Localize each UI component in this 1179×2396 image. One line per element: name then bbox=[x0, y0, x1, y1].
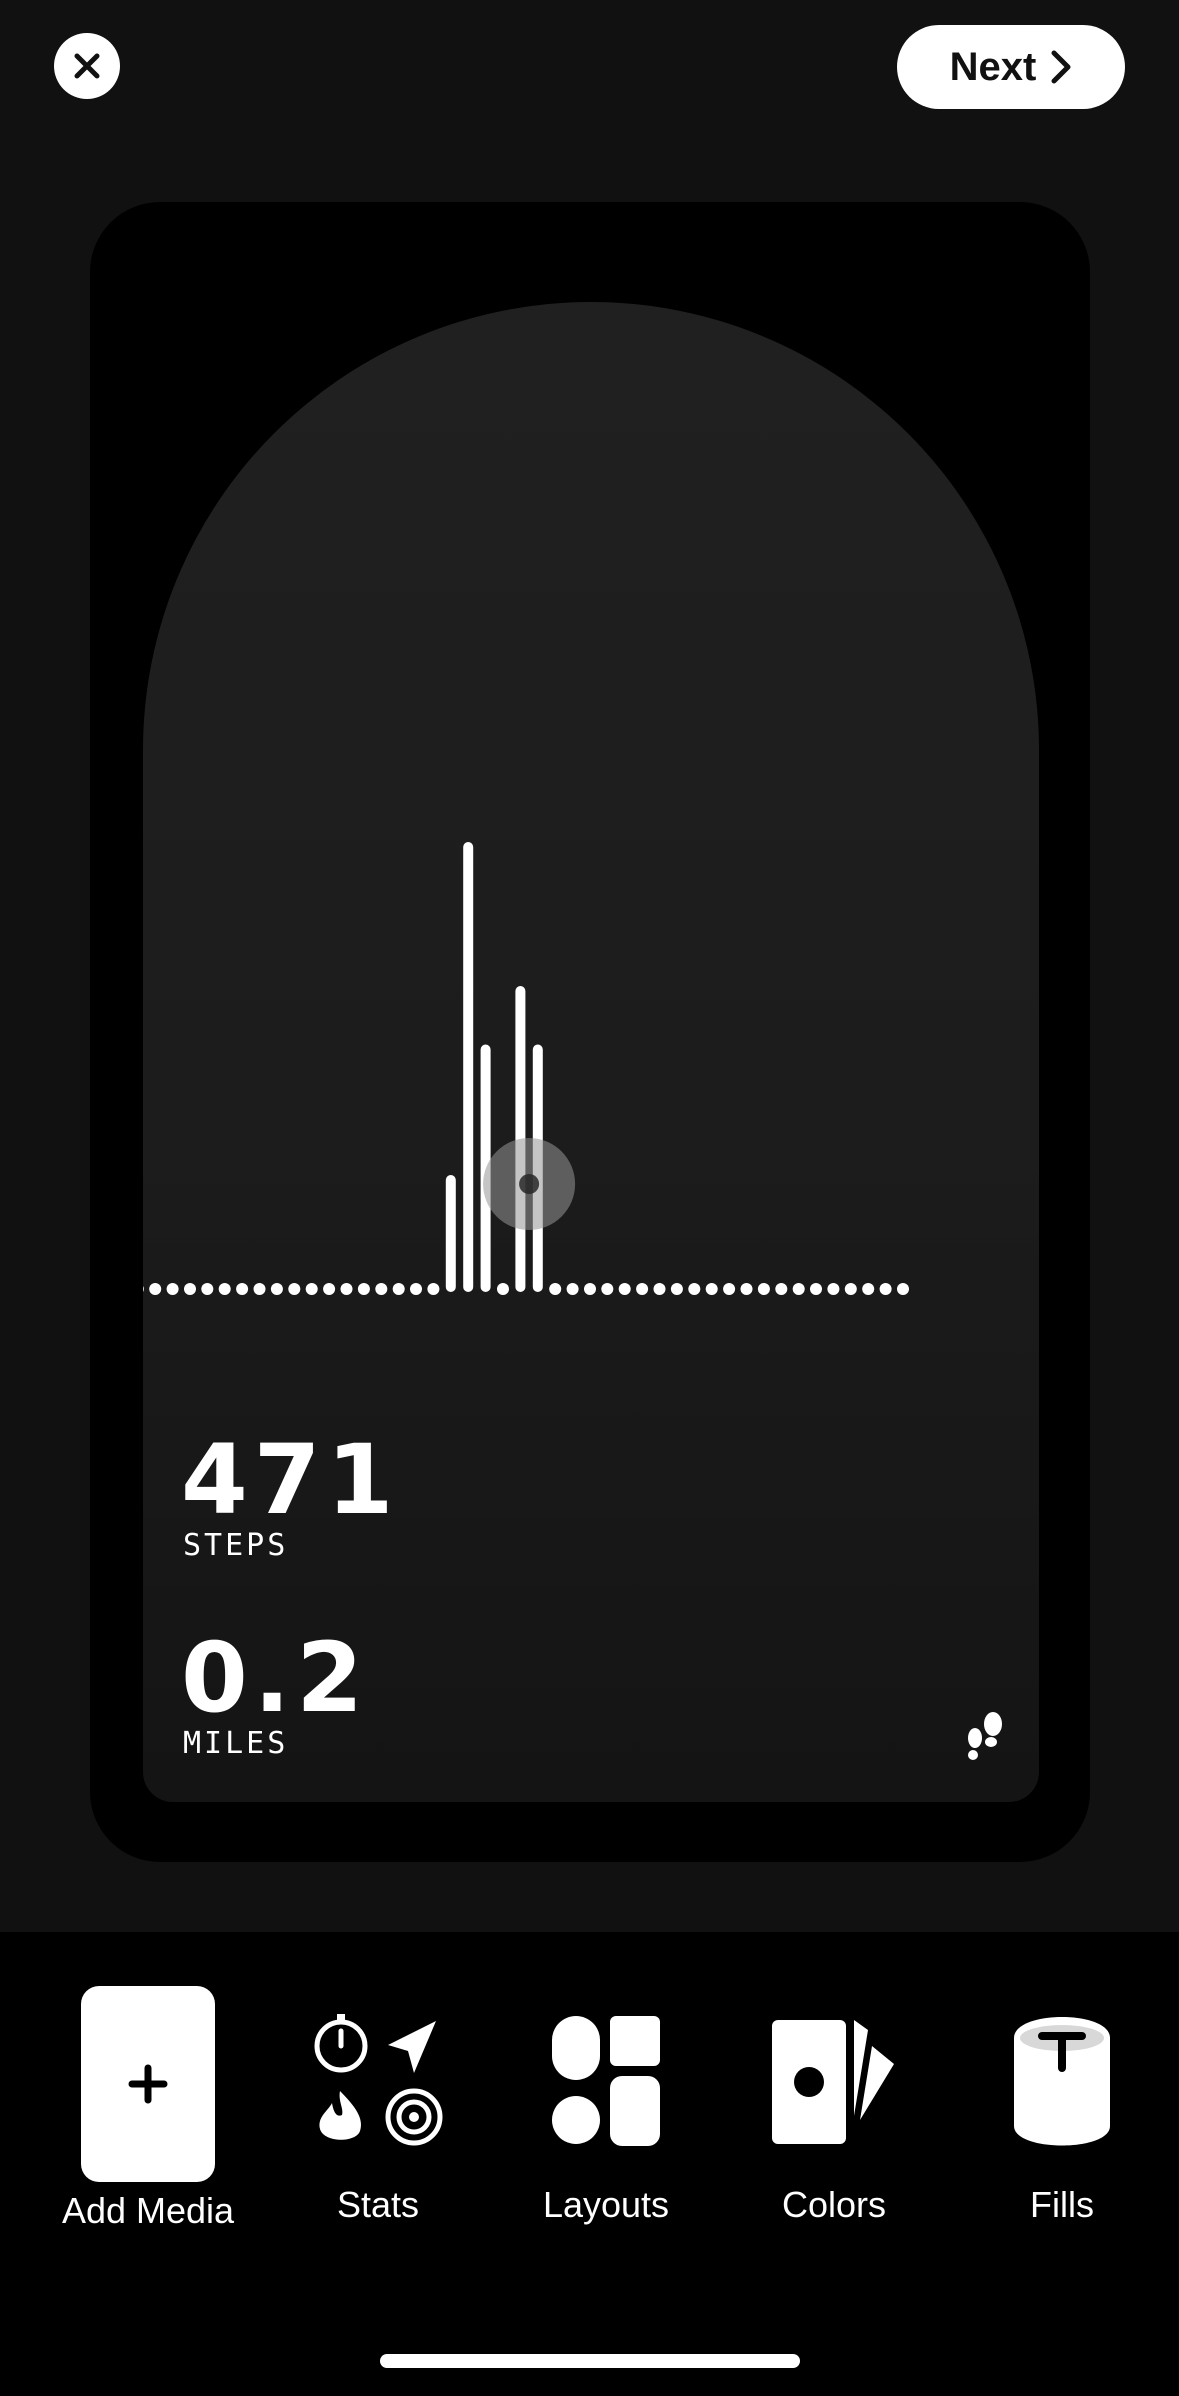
stats-icon bbox=[303, 1986, 453, 2176]
baseline-dot bbox=[757, 1283, 770, 1295]
scrubber-handle[interactable] bbox=[483, 1138, 576, 1230]
baseline-dot bbox=[497, 1283, 509, 1295]
tool-label: Add Media bbox=[61, 2190, 235, 2231]
baseline-dot bbox=[879, 1283, 892, 1295]
baseline-dot bbox=[305, 1283, 318, 1295]
baseline-dot bbox=[810, 1283, 822, 1295]
baseline-dot bbox=[844, 1283, 857, 1295]
bottom-toolbar: Add Media Stats Layouts Colors Fills bbox=[0, 1932, 1179, 2396]
steps-chart: 6AM12PM6PM bbox=[143, 842, 909, 1295]
tool-add-media[interactable]: Add Media bbox=[38, 1986, 258, 2231]
close-icon bbox=[74, 53, 100, 79]
baseline-dot bbox=[688, 1283, 701, 1295]
baseline-dot bbox=[584, 1283, 596, 1295]
baseline-dot bbox=[375, 1283, 388, 1295]
chart-bar bbox=[463, 842, 474, 1292]
chart-bar bbox=[445, 1175, 456, 1292]
baseline-dot bbox=[427, 1283, 440, 1295]
baseline-dot bbox=[862, 1283, 875, 1295]
tool-label: Stats bbox=[336, 2184, 420, 2225]
baseline-dot bbox=[323, 1283, 336, 1295]
tool-stats[interactable]: Stats bbox=[268, 1986, 488, 2226]
add-media-icon bbox=[73, 1986, 223, 2182]
tool-colors[interactable]: Colors bbox=[724, 1986, 944, 2226]
baseline-dot bbox=[670, 1283, 683, 1295]
baseline-dot bbox=[184, 1283, 196, 1295]
tool-label: Colors bbox=[781, 2184, 887, 2225]
baseline-dot bbox=[236, 1283, 249, 1295]
steps-label: STEPS bbox=[183, 1528, 289, 1563]
baseline-dot bbox=[792, 1283, 805, 1295]
tool-label: Fills bbox=[1030, 2184, 1094, 2225]
layouts-icon bbox=[531, 1986, 681, 2176]
baseline-dot bbox=[357, 1283, 370, 1295]
colors-icon bbox=[759, 1986, 909, 2176]
baseline-dot bbox=[775, 1283, 788, 1295]
next-button[interactable]: Next bbox=[897, 25, 1125, 109]
baseline-dot bbox=[201, 1283, 214, 1295]
close-button[interactable] bbox=[54, 33, 120, 99]
home-indicator bbox=[380, 2354, 800, 2368]
arch-panel: 6AM12PM6PM 471 STEPS 0.2 MILES bbox=[143, 302, 1039, 1802]
baseline-dot bbox=[740, 1283, 753, 1295]
footprints-icon bbox=[968, 1712, 1002, 1760]
top-bar: Next bbox=[0, 0, 1179, 200]
baseline-dot bbox=[166, 1283, 179, 1295]
baseline-dot bbox=[218, 1283, 231, 1295]
baseline-dot bbox=[723, 1283, 736, 1295]
baseline-dot bbox=[636, 1283, 649, 1295]
baseline-dot bbox=[270, 1283, 283, 1295]
baseline-dot bbox=[410, 1283, 422, 1295]
miles-label: MILES bbox=[183, 1726, 289, 1761]
baseline-dot bbox=[549, 1283, 562, 1295]
chevron-right-icon bbox=[1051, 50, 1071, 84]
preview-card: 6AM12PM6PM 471 STEPS 0.2 MILES bbox=[90, 202, 1090, 1862]
baseline-dot bbox=[392, 1283, 405, 1295]
baseline-dot bbox=[253, 1283, 266, 1295]
baseline-dot bbox=[601, 1283, 614, 1295]
baseline-dot bbox=[827, 1283, 840, 1295]
next-label: Next bbox=[949, 44, 1037, 89]
baseline-dot bbox=[705, 1283, 718, 1295]
tool-layouts[interactable]: Layouts bbox=[496, 1986, 716, 2226]
baseline-dot bbox=[566, 1283, 579, 1295]
baseline-dot bbox=[149, 1283, 162, 1295]
baseline-dot bbox=[653, 1283, 666, 1295]
baseline-dot bbox=[340, 1283, 353, 1295]
tool-fills[interactable]: Fills bbox=[952, 1986, 1172, 2226]
baseline-dot bbox=[897, 1283, 909, 1295]
fills-icon bbox=[987, 1986, 1137, 2176]
baseline-dot bbox=[143, 1286, 144, 1292]
miles-value: 0.2 bbox=[181, 1622, 370, 1734]
steps-value: 471 bbox=[181, 1424, 400, 1536]
tool-label: Layouts bbox=[542, 2184, 670, 2225]
baseline-dot bbox=[288, 1283, 301, 1295]
baseline-dot bbox=[618, 1283, 631, 1295]
